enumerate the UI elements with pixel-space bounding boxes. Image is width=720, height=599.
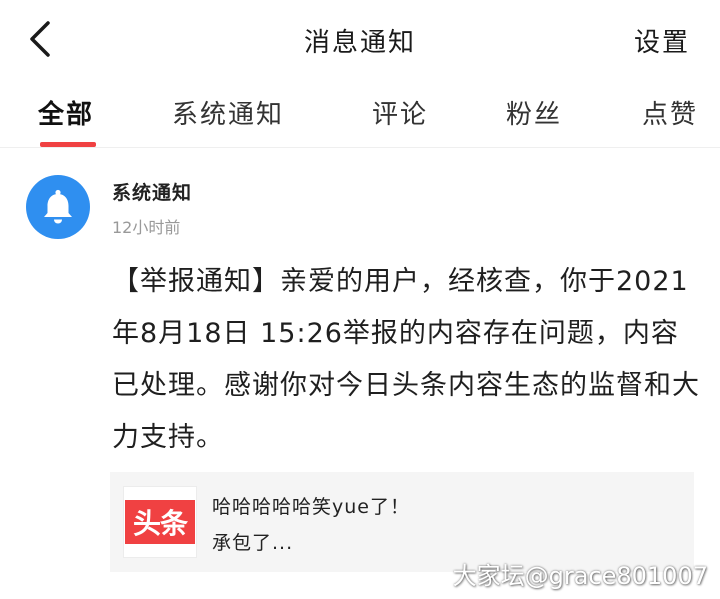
message-time: 12小时前 bbox=[112, 218, 181, 237]
tab-comments[interactable]: 评论 bbox=[372, 94, 428, 131]
avatar bbox=[26, 175, 90, 239]
quoted-title: 哈哈哈哈哈笑yue了！ bbox=[212, 496, 410, 518]
toutiao-logo: 头条 bbox=[123, 486, 197, 558]
settings-button[interactable]: 设置 bbox=[634, 22, 690, 59]
tab-bar: 全部 系统通知 评论 粉丝 点赞 bbox=[0, 80, 720, 148]
header: 消息通知 设置 bbox=[0, 0, 720, 80]
tab-likes[interactable]: 点赞 bbox=[642, 94, 698, 131]
watermark: 大家坛@grace801007 bbox=[452, 562, 708, 590]
tab-all[interactable]: 全部 bbox=[38, 94, 94, 131]
toutiao-logo-text: 头条 bbox=[125, 500, 195, 544]
active-tab-indicator bbox=[40, 142, 96, 147]
tab-system-notice[interactable]: 系统通知 bbox=[172, 94, 284, 131]
page-title: 消息通知 bbox=[303, 28, 416, 58]
notification-page: 消息通知 设置 全部 系统通知 评论 粉丝 点赞 系统通知 12小时前 【举报通… bbox=[0, 0, 720, 599]
sender-name: 系统通知 bbox=[112, 182, 193, 204]
quoted-subtitle: 承包了... bbox=[212, 532, 294, 554]
tab-fans[interactable]: 粉丝 bbox=[506, 94, 562, 131]
message-body: 【举报通知】亲爱的用户，经核查，你于2021年8月18日 15:26举报的内容存… bbox=[112, 266, 700, 453]
bell-icon bbox=[44, 189, 72, 224]
